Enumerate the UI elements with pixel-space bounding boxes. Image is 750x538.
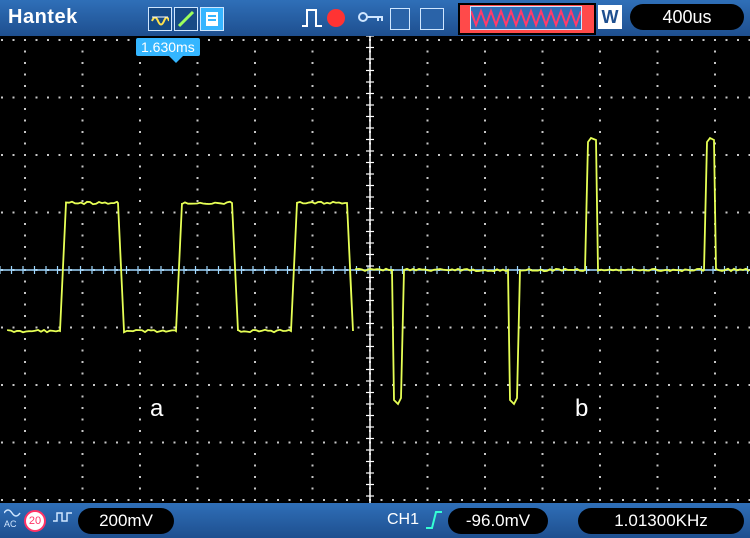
trace-label-b: b	[575, 395, 588, 423]
time-cursor-marker[interactable]	[168, 55, 184, 63]
trigger-level-readout[interactable]: -96.0mV	[448, 508, 548, 534]
time-cursor-label[interactable]: 1.630ms	[136, 38, 200, 56]
waveform-mode-icon[interactable]	[148, 7, 172, 31]
slope-icon[interactable]	[174, 7, 198, 31]
key-icon	[358, 12, 384, 22]
print-icon[interactable]	[420, 8, 444, 30]
volt-per-div-readout[interactable]: 200mV	[78, 508, 174, 534]
channel-wave-icon	[52, 510, 74, 524]
trace-label-a: a	[150, 395, 163, 423]
pulse-icon[interactable]	[300, 6, 324, 30]
trace-a	[8, 202, 353, 332]
rising-edge-icon[interactable]	[424, 508, 444, 532]
timebase-readout[interactable]: 400us	[630, 4, 744, 30]
brand-logo: Hantek	[8, 6, 78, 29]
frequency-readout: 1.01300KHz	[578, 508, 744, 534]
autoset-icon[interactable]	[200, 7, 224, 31]
waveform-overview-icon[interactable]	[470, 6, 582, 30]
bandwidth-limit-badge[interactable]: 20	[24, 510, 46, 532]
coupling-label: AC	[4, 519, 17, 529]
window-mode-button[interactable]: W	[598, 5, 622, 29]
scope-graticule	[0, 36, 750, 503]
trigger-channel[interactable]: CH1	[387, 511, 419, 529]
save-disk-icon[interactable]	[390, 8, 410, 30]
trace-b	[356, 138, 749, 404]
ac-coupling-icon: AC	[4, 507, 22, 531]
record-icon[interactable]	[327, 9, 345, 27]
mode-icons	[148, 7, 224, 31]
